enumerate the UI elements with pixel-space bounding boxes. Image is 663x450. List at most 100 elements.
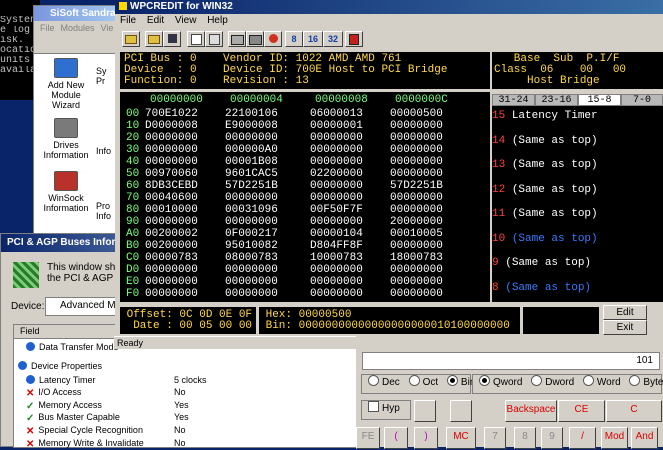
register-cell[interactable]: 00000000 <box>145 289 198 300</box>
radio-dword[interactable]: Dword <box>531 375 574 391</box>
calc-key[interactable]: 8 <box>514 427 536 449</box>
register-cell[interactable]: 10000783 <box>310 253 363 264</box>
menu-help[interactable]: Help <box>207 15 228 26</box>
register-cell[interactable]: 00000000 <box>310 277 363 288</box>
calc-blank-1[interactable] <box>414 400 436 422</box>
add-module-module[interactable]: Add New Module Wizard <box>36 58 96 110</box>
register-cell[interactable]: 00000000 <box>145 157 198 168</box>
calc-key[interactable]: 9 <box>541 427 563 449</box>
register-cell[interactable]: 00000000 <box>145 277 198 288</box>
register-cell[interactable]: 00000000 <box>390 265 443 276</box>
register-cell[interactable]: 20000000 <box>390 217 443 228</box>
register-cell[interactable]: 22100106 <box>225 109 278 120</box>
register-cell[interactable]: 02200000 <box>310 169 363 180</box>
register-cell[interactable]: 00200000 <box>145 241 198 252</box>
register-cell[interactable]: 00001B08 <box>225 157 278 168</box>
pci-device-icon[interactable] <box>228 31 246 47</box>
register-cell[interactable]: 00000000 <box>310 157 363 168</box>
table-row[interactable]: ✓ Memory Access Yes <box>26 400 189 412</box>
calc-key[interactable]: And <box>631 427 658 449</box>
backspace-button[interactable]: Backspace <box>505 400 557 422</box>
exit-arrow-icon[interactable] <box>345 31 363 47</box>
winsock-module[interactable]: WinSock Information <box>36 171 96 213</box>
register-cell[interactable]: 00000000 <box>390 145 443 156</box>
radio-dec[interactable]: Dec <box>368 375 400 391</box>
exit-button[interactable]: Exit <box>603 320 647 335</box>
register-cell[interactable]: 00000000 <box>390 121 443 132</box>
register-cell[interactable]: 00010000 <box>145 205 198 216</box>
radio-byte[interactable]: Byte <box>629 375 663 391</box>
save-icon[interactable] <box>163 31 181 47</box>
sandra-menu-item[interactable]: File <box>40 23 55 33</box>
tab-bits-23-16[interactable]: 23-16 <box>535 94 578 106</box>
register-cell[interactable]: 00000000 <box>145 265 198 276</box>
16bit-button[interactable]: 16 <box>303 31 323 47</box>
register-cell[interactable]: 00000000 <box>225 265 278 276</box>
register-cell[interactable]: 00000000 <box>145 145 198 156</box>
table-row[interactable]: ✕ I/O Access No <box>26 387 186 399</box>
table-row[interactable]: Device Properties <box>18 360 102 371</box>
bit-row[interactable]: 14 (Same as top) <box>492 135 598 147</box>
register-cell[interactable]: 00000000 <box>310 193 363 204</box>
register-cell[interactable]: 00010005 <box>390 229 443 240</box>
register-cell[interactable]: 00F50F7F <box>310 205 363 216</box>
menu-edit[interactable]: Edit <box>147 15 164 26</box>
calc-key[interactable]: / <box>569 427 596 449</box>
table-row[interactable]: Latency Timer 5 clocks <box>26 374 207 385</box>
register-cell[interactable]: 000000A0 <box>225 145 278 156</box>
tab-bits-31-24[interactable]: 31-24 <box>492 94 535 106</box>
menu-view[interactable]: View <box>175 15 197 26</box>
register-cell[interactable]: 57D2251B <box>390 181 443 192</box>
radio-qword[interactable]: Qword <box>479 375 522 391</box>
ce-button[interactable]: CE <box>558 400 605 422</box>
register-cell[interactable]: 00000000 <box>145 217 198 228</box>
radio-oct[interactable]: Oct <box>408 375 438 391</box>
register-cell[interactable]: 00000000 <box>390 169 443 180</box>
register-cell[interactable]: 00970060 <box>145 169 198 180</box>
sandra-title[interactable]: SiSoft Sandra <box>34 6 122 21</box>
table-row[interactable]: ✕ Special Cycle Recognition No <box>26 425 186 437</box>
register-cell[interactable]: 00000000 <box>225 133 278 144</box>
register-cell[interactable]: 00200002 <box>145 229 198 240</box>
register-cell[interactable]: 00031096 <box>225 205 278 216</box>
register-cell[interactable]: 00000000 <box>390 133 443 144</box>
copy-icon[interactable] <box>187 31 205 47</box>
calc-blank-2[interactable] <box>450 400 472 422</box>
register-cell[interactable]: 00000000 <box>225 289 278 300</box>
register-cell[interactable]: 00000000 <box>310 217 363 228</box>
table-row[interactable]: Data Transfer Mode <box>26 342 119 352</box>
ide-device-icon[interactable] <box>246 31 264 47</box>
register-cell[interactable]: 00000000 <box>145 133 198 144</box>
register-cell[interactable]: D0000008 <box>145 121 198 132</box>
table-row[interactable]: ✕ Memory Write & Invalidate No <box>26 438 186 450</box>
edit-button[interactable]: Edit <box>603 305 647 320</box>
register-cell[interactable]: 00000000 <box>390 193 443 204</box>
tab-bits-7-0[interactable]: 7-0 <box>621 94 663 106</box>
register-cell[interactable]: 00000000 <box>390 205 443 216</box>
register-cell[interactable]: 8DB3CEBD <box>145 181 198 192</box>
open-file-icon[interactable] <box>145 31 163 47</box>
tab-bits-15-8[interactable]: 15-8 <box>578 94 621 106</box>
register-cell[interactable]: 00000000 <box>390 277 443 288</box>
register-cell[interactable]: 00000000 <box>225 277 278 288</box>
register-cell[interactable]: 00000001 <box>310 121 363 132</box>
register-cell[interactable]: 00000000 <box>310 289 363 300</box>
register-cell[interactable]: 0F000217 <box>225 229 278 240</box>
register-cell[interactable]: 00000000 <box>310 145 363 156</box>
bit-row[interactable]: 13 (Same as top) <box>492 160 598 171</box>
register-cell[interactable]: D804FF8F <box>310 241 363 252</box>
register-cell[interactable]: 700E1022 <box>145 109 198 120</box>
drives-module[interactable]: Drives Information <box>36 118 96 160</box>
menu-file[interactable]: File <box>120 15 136 26</box>
register-cell[interactable]: 06000013 <box>310 109 363 120</box>
register-cell[interactable]: 00000000 <box>310 265 363 276</box>
register-cell[interactable]: 00000783 <box>145 253 198 264</box>
bit-row[interactable]: 11 (Same as top) <box>492 209 598 220</box>
radio-word[interactable]: Word <box>582 375 621 391</box>
calc-key[interactable]: 7 <box>484 427 506 449</box>
register-cell[interactable]: 00000000 <box>225 193 278 204</box>
register-grid[interactable]: 00000000 00000004 00000008 0000000C 00 700E10… <box>120 92 490 302</box>
refresh-icon[interactable] <box>264 31 282 47</box>
calc-key[interactable]: FE <box>356 427 380 449</box>
open-folder-icon[interactable] <box>122 31 140 47</box>
